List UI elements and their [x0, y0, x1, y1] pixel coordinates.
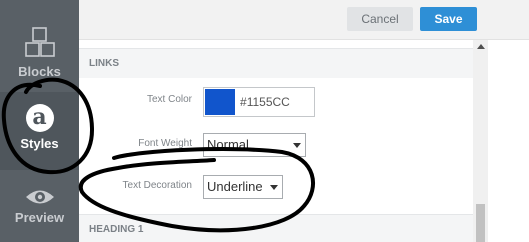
email-editor: Blocks a Styles Preview Cancel Save LINK…	[0, 0, 529, 242]
sidebar: Blocks a Styles Preview	[0, 0, 79, 242]
sidebar-item-label: Preview	[14, 210, 65, 225]
chevron-down-icon	[270, 185, 278, 190]
color-hex-value[interactable]: #1155CC	[240, 95, 290, 109]
scrollbar-thumb[interactable]	[476, 204, 485, 242]
color-swatch[interactable]	[205, 89, 235, 115]
scroll-up-icon[interactable]	[477, 44, 485, 49]
sidebar-item-styles[interactable]: a Styles	[0, 92, 79, 170]
top-toolbar: Cancel Save	[79, 0, 529, 40]
font-weight-label: Font Weight	[138, 138, 192, 149]
right-gutter	[488, 40, 529, 242]
font-weight-select[interactable]: Normal	[203, 133, 306, 157]
panel-scrollbar[interactable]	[473, 40, 488, 242]
text-decoration-select[interactable]: Underline	[203, 175, 283, 199]
sidebar-item-label: Blocks	[18, 64, 61, 79]
eye-icon	[25, 190, 54, 204]
text-decoration-label: Text Decoration	[122, 180, 192, 191]
section-header-heading1[interactable]: HEADING 1	[79, 214, 473, 242]
cancel-button[interactable]: Cancel	[347, 7, 413, 31]
sidebar-item-label: Styles	[20, 136, 59, 151]
styles-icon: a	[25, 104, 54, 132]
chevron-down-icon	[293, 143, 301, 148]
text-color-label: Text Color	[146, 94, 192, 105]
save-button[interactable]: Save	[420, 7, 477, 31]
text-color-picker[interactable]: #1155CC	[203, 87, 315, 117]
font-weight-value: Normal	[207, 137, 249, 152]
blocks-icon	[24, 27, 55, 57]
text-decoration-value: Underline	[207, 179, 263, 194]
sidebar-item-blocks[interactable]: Blocks	[0, 26, 79, 79]
sidebar-item-preview[interactable]: Preview	[0, 186, 79, 225]
section-header-links[interactable]: LINKS	[79, 48, 473, 78]
styles-panel: LINKS Text Color #1155CC Font Weight Nor…	[79, 40, 473, 242]
